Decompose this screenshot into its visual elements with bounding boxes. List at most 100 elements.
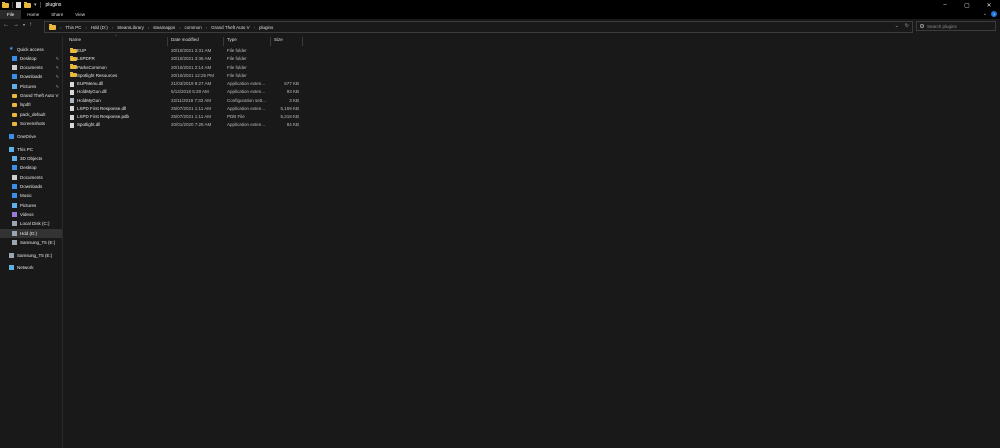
sidebar-item[interactable]: Documents ✎: [0, 63, 62, 72]
sidebar-item[interactable]: Samsung_T5 (E:): [0, 238, 62, 247]
breadcrumb-gta-v[interactable]: Grand Theft Auto V: [211, 25, 249, 30]
file-row[interactable]: HoldMyGun.dll 5/12/2018 5:28 AM Applicatio…: [63, 88, 363, 96]
sidebar-item[interactable]: Grand Theft Auto V: [0, 91, 62, 100]
sidebar-item[interactable]: Desktop ✎: [0, 54, 62, 63]
search-input[interactable]: [927, 23, 987, 29]
chevron-right-icon[interactable]: ›: [206, 25, 207, 30]
sidebar-item[interactable]: Local Disk (C:): [0, 219, 62, 228]
chevron-right-icon[interactable]: ›: [179, 25, 180, 30]
sidebar-item[interactable]: Screenshots: [0, 119, 62, 128]
chevron-right-icon[interactable]: ›: [148, 25, 149, 30]
column-divider[interactable]: [167, 37, 168, 46]
search-box[interactable]: [916, 21, 996, 31]
sidebar-item[interactable]: Downloads ✎: [0, 72, 62, 81]
customize-quick-access-icon[interactable]: ▾: [34, 2, 37, 8]
file-row[interactable]: EUPMenu.dll 21/03/2019 9:27 AM Application…: [63, 80, 363, 88]
sidebar-item[interactable]: lspdfr: [0, 100, 62, 109]
file-row[interactable]: LSPD First Response.dll 25/07/2021 1:11 A…: [63, 105, 363, 113]
column-type[interactable]: Type: [227, 37, 237, 42]
sidebar-item[interactable]: This PC: [0, 145, 62, 154]
new-folder-icon[interactable]: [24, 1, 31, 8]
file-date-modified: 21/03/2019 9:27 AM: [171, 81, 212, 86]
file-name: ParksCommon: [77, 64, 107, 70]
network-icon: [9, 265, 14, 270]
sidebar-item[interactable]: Samsung_T5 (E:): [0, 251, 62, 260]
refresh-icon[interactable]: ↻: [905, 23, 909, 29]
tab-home[interactable]: Home: [21, 10, 45, 19]
file-name: LSPD First Response.dll: [77, 105, 127, 111]
chevron-right-icon[interactable]: ›: [85, 25, 86, 30]
sidebar-item[interactable]: Desktop: [0, 163, 62, 172]
maximize-button[interactable]: ▢: [956, 0, 978, 10]
sidebar-item[interactable]: 3D Objects: [0, 154, 62, 163]
breadcrumb-steamapps[interactable]: steamapps: [153, 25, 175, 30]
file-type: File folder: [227, 64, 247, 70]
up-button[interactable]: ↑: [29, 22, 32, 28]
file-icon: [70, 81, 74, 87]
file-row[interactable]: EUP 20/10/2021 2:31 AM File folder: [63, 47, 363, 55]
address-dropdown-icon[interactable]: ⌄: [895, 23, 899, 29]
column-divider[interactable]: [302, 37, 303, 46]
ribbon-tabs: File Home Share View ⌄ ?: [0, 10, 1000, 19]
desktop-icon: [12, 56, 17, 61]
chevron-right-icon[interactable]: ›: [254, 25, 255, 30]
sidebar-item[interactable]: pack_default: [0, 110, 62, 119]
file-row[interactable]: HoldMyGun 22/11/2018 7:32 AM Configuration…: [63, 97, 363, 105]
address-bar[interactable]: › This PC › Hdd (D:) › SteamLibrary › st…: [44, 21, 913, 33]
column-size[interactable]: Size: [274, 37, 283, 42]
sidebar-item[interactable]: Videos: [0, 210, 62, 219]
sidebar-item[interactable]: Network: [0, 263, 62, 272]
tab-file[interactable]: File: [0, 10, 22, 19]
sidebar-item[interactable]: Music: [0, 191, 62, 200]
breadcrumb-plugins[interactable]: plugins: [259, 25, 273, 30]
file-type: File folder: [227, 72, 247, 78]
breadcrumb-this-pc[interactable]: This PC: [65, 25, 81, 30]
recent-locations-icon[interactable]: ▾: [23, 22, 25, 28]
downloads-icon: [12, 74, 17, 79]
file-name: HoldMyGun: [77, 97, 101, 103]
tab-share[interactable]: Share: [45, 10, 69, 19]
sidebar-item[interactable]: ★ Quick access: [0, 45, 62, 54]
close-button[interactable]: ✕: [978, 0, 1000, 10]
pin-icon: ✎: [55, 84, 59, 89]
column-date-modified[interactable]: Date modified: [171, 37, 199, 42]
column-divider[interactable]: [223, 37, 224, 46]
file-row[interactable]: LSPD First Response.pdb 25/07/2021 1:11 A…: [63, 113, 363, 121]
file-row[interactable]: Spotlight Resources 20/10/2021 12:25 PM Fi…: [63, 72, 363, 80]
chevron-right-icon[interactable]: ›: [112, 25, 113, 30]
sidebar-item[interactable]: Documents: [0, 173, 62, 182]
chevron-right-icon[interactable]: ›: [60, 25, 61, 30]
breadcrumb-hdd[interactable]: Hdd (D:): [91, 25, 108, 30]
explorer-folder-icon: [2, 1, 9, 8]
sidebar-item-label: OneDrive: [17, 134, 37, 139]
file-list: Name ^ Date modified Type Size EUP 20/10/…: [63, 33, 1000, 448]
sidebar-item[interactable]: Pictures: [0, 201, 62, 210]
documents-icon: [12, 65, 17, 70]
file-size: 93 KB: [286, 89, 299, 95]
breadcrumb-steamlibrary[interactable]: SteamLibrary: [117, 25, 144, 30]
column-name[interactable]: Name: [69, 37, 81, 42]
sidebar-item[interactable]: Hdd (D:): [0, 229, 62, 238]
file-row[interactable]: ParksCommon 20/10/2021 2:14 AM File folder: [63, 64, 363, 72]
properties-icon[interactable]: [16, 2, 21, 8]
sort-ascending-icon: ^: [115, 34, 117, 38]
column-divider[interactable]: [270, 37, 271, 46]
file-date-modified: 25/07/2021 1:11 AM: [171, 114, 211, 119]
sidebar-item[interactable]: Downloads: [0, 182, 62, 191]
file-icon: [70, 106, 74, 112]
file-row[interactable]: LSPDFR 20/10/2021 3:36 AM File folder: [63, 55, 363, 63]
breadcrumb-common[interactable]: common: [185, 25, 202, 30]
minimize-button[interactable]: –: [934, 0, 956, 10]
file-row[interactable]: Spotlight.dll 20/01/2020 7:28 AM Applicati…: [63, 121, 363, 129]
back-button[interactable]: ←: [3, 22, 9, 28]
sidebar-item[interactable]: Pictures ✎: [0, 82, 62, 91]
folder-icon: [70, 72, 77, 78]
file-date-modified: 22/11/2018 7:32 AM: [171, 97, 211, 103]
sidebar-item[interactable]: OneDrive: [0, 132, 62, 141]
help-icon[interactable]: ?: [991, 11, 997, 17]
sidebar-item-label: Samsung_T5 (E:): [20, 240, 56, 245]
folder-icon: [12, 93, 17, 98]
tab-view[interactable]: View: [69, 10, 91, 19]
forward-button[interactable]: →: [13, 22, 19, 28]
expand-ribbon-icon[interactable]: ⌄: [983, 11, 987, 17]
